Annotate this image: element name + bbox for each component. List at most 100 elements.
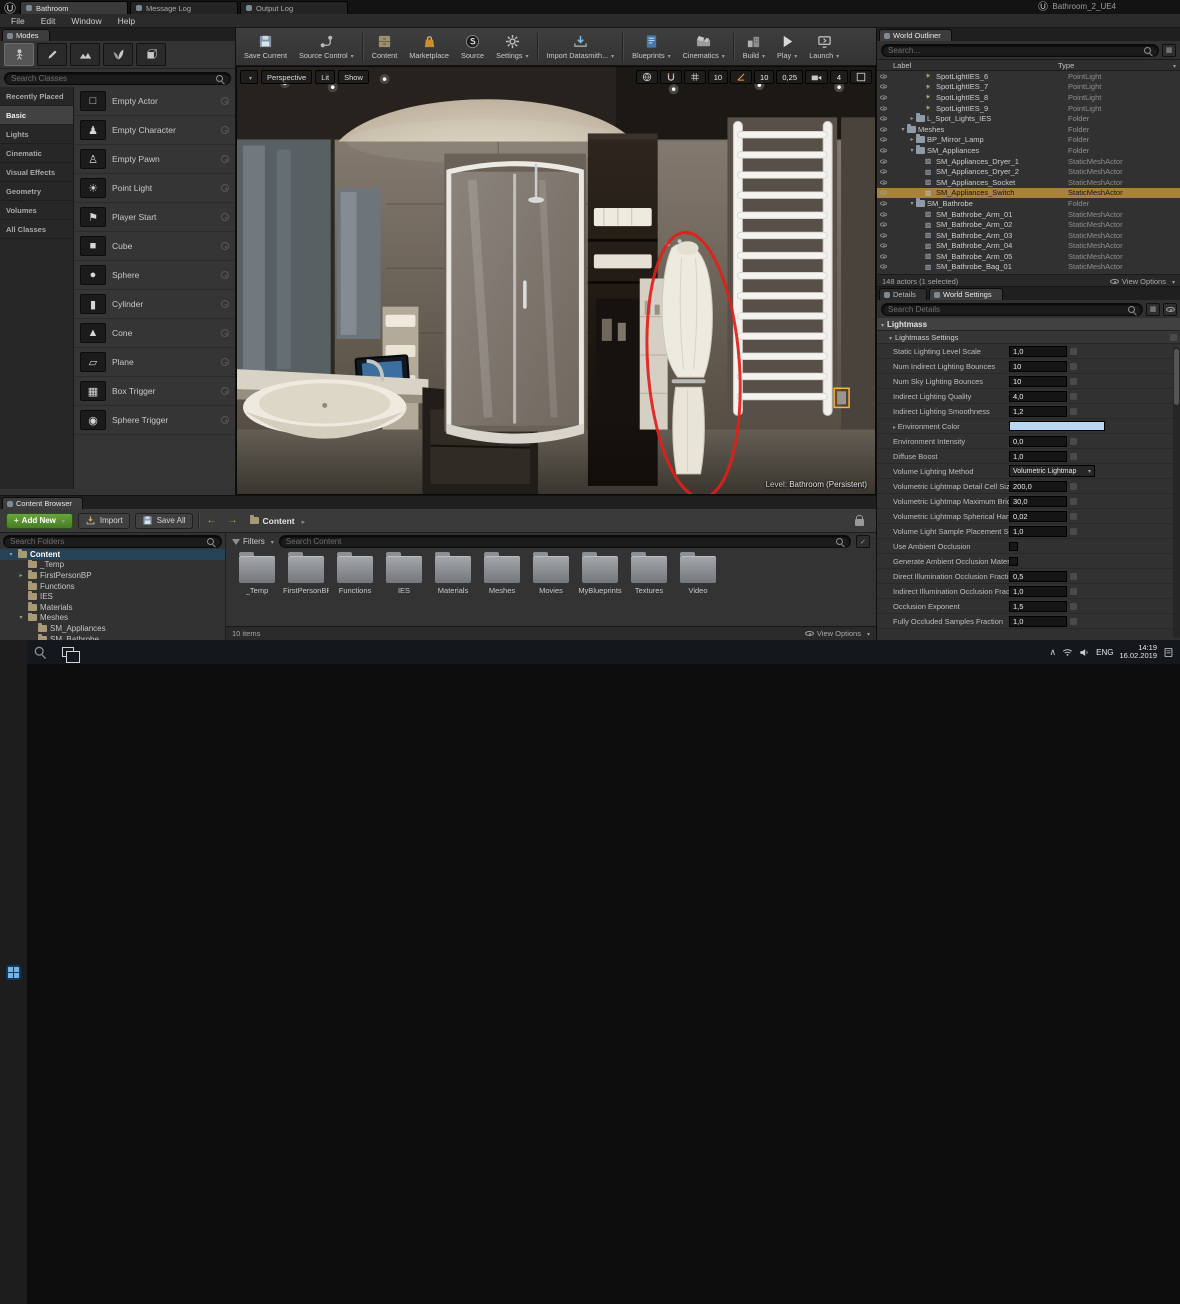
folder-tree-item-materials[interactable]: Materials: [0, 602, 225, 613]
details-search-input[interactable]: [888, 305, 1126, 314]
expander-arrow-icon[interactable]: ▾: [908, 147, 916, 154]
perspective-button[interactable]: Perspective: [261, 70, 312, 84]
content-view-options-button[interactable]: View Options: [805, 629, 870, 638]
mode-category-cinematic[interactable]: Cinematic: [0, 144, 73, 163]
search-classes-box[interactable]: [4, 72, 231, 85]
checkbox[interactable]: [1009, 557, 1018, 566]
folder-tree-item-meshes[interactable]: ▾Meshes: [0, 613, 225, 624]
visibility-eye-icon[interactable]: [878, 223, 888, 227]
menu-file[interactable]: File: [3, 16, 33, 26]
color-swatch[interactable]: [1009, 421, 1105, 431]
folder-tree-item-firstpersonbp[interactable]: ▸FirstPersonBP: [0, 570, 225, 581]
source-control-button[interactable]: Source Control: [293, 29, 360, 65]
network-icon[interactable]: [1062, 647, 1073, 658]
source-button[interactable]: Source: [455, 29, 490, 65]
outliner-search-input[interactable]: [888, 46, 1142, 55]
visibility-eye-icon[interactable]: [878, 244, 888, 248]
outliner-row-sm-bathrobe-arm-01[interactable]: ▧SM_Bathrobe_Arm_01StaticMeshActor: [877, 209, 1180, 220]
outliner-row-l-spot-lights-ies[interactable]: ▸L_Spot_Lights_IESFolder: [877, 113, 1180, 124]
drag-grip-icon[interactable]: [221, 184, 229, 192]
details-search-box[interactable]: [881, 303, 1143, 316]
outliner-row-spotlighties-6[interactable]: ☀SpotLightIES_6PointLight: [877, 71, 1180, 82]
number-field[interactable]: 10: [1009, 376, 1067, 387]
play-button[interactable]: Play: [771, 29, 803, 65]
number-field[interactable]: 0,02: [1009, 511, 1067, 522]
visibility-eye-icon[interactable]: [878, 180, 888, 184]
expander-arrow-icon[interactable]: ▸: [908, 136, 916, 143]
drag-grip-icon[interactable]: [221, 213, 229, 221]
placeable-item-sphere[interactable]: ●Sphere: [74, 261, 235, 290]
expander-arrow-icon[interactable]: ▾: [908, 200, 916, 207]
blueprints-button[interactable]: Blueprints: [626, 29, 676, 65]
mode-category-visual-effects[interactable]: Visual Effects: [0, 163, 73, 182]
drag-grip-icon[interactable]: [221, 97, 229, 105]
column-label[interactable]: Label: [893, 61, 1058, 70]
reset-to-default-icon[interactable]: [1070, 438, 1077, 445]
import-button[interactable]: Import: [78, 513, 130, 529]
mode-category-basic[interactable]: Basic: [0, 106, 73, 125]
visibility-eye-icon[interactable]: [878, 138, 888, 142]
mode-tab-paint-icon[interactable]: [37, 43, 67, 66]
placeable-item-empty-actor[interactable]: □Empty Actor: [74, 87, 235, 116]
folder-tree-item-functions[interactable]: Functions: [0, 581, 225, 592]
taskbar-search-icon[interactable]: [27, 640, 54, 664]
maximize-viewport-icon[interactable]: [850, 70, 872, 84]
scale-snap-value[interactable]: 0,25: [776, 70, 803, 84]
reset-to-default-icon[interactable]: [1070, 348, 1077, 355]
reset-to-default-icon[interactable]: [1070, 453, 1077, 460]
placeable-item-player-start[interactable]: ⚑Player Start: [74, 203, 235, 232]
filters-button[interactable]: Filters: [232, 537, 274, 546]
scrollbar-thumb[interactable]: [1174, 349, 1179, 405]
folder-tree-item-ies[interactable]: IES: [0, 591, 225, 602]
drag-grip-icon[interactable]: [221, 300, 229, 308]
placeable-item-cube[interactable]: ■Cube: [74, 232, 235, 261]
number-field[interactable]: 200,0: [1009, 481, 1067, 492]
menu-window[interactable]: Window: [63, 16, 109, 26]
visibility-eye-icon[interactable]: [878, 127, 888, 131]
number-field[interactable]: 1,0: [1009, 451, 1067, 462]
folder-tile-functions[interactable]: Functions: [332, 556, 378, 595]
outliner-row-sm-appliances[interactable]: ▾SM_AppliancesFolder: [877, 145, 1180, 156]
viewport-scene[interactable]: [237, 67, 875, 494]
folder-tile-textures[interactable]: Textures: [626, 556, 672, 595]
outliner-row-spotlighties-7[interactable]: ☀SpotLightIES_7PointLight: [877, 82, 1180, 93]
tray-expand-icon[interactable]: ∧: [1050, 647, 1057, 658]
outliner-row-spotlighties-9[interactable]: ☀SpotLightIES_9PointLight: [877, 103, 1180, 114]
content-button[interactable]: Content: [366, 29, 404, 65]
outliner-row-spotlighties-8[interactable]: ☀SpotLightIES_8PointLight: [877, 92, 1180, 103]
window-tab-bathroom[interactable]: Bathroom: [20, 1, 128, 14]
back-button[interactable]: ←: [204, 514, 220, 528]
reset-to-default-icon[interactable]: [1070, 513, 1077, 520]
mode-category-volumes[interactable]: Volumes: [0, 201, 73, 220]
launch-button[interactable]: Launch: [803, 29, 845, 65]
tab-world-settings[interactable]: World Settings: [929, 288, 1003, 300]
reset-to-default-icon[interactable]: [1070, 528, 1077, 535]
lightmass-settings-header[interactable]: Lightmass Settings: [877, 331, 1180, 344]
outliner-row-bp-mirror-lamp[interactable]: ▸BP_Mirror_LampFolder: [877, 135, 1180, 146]
expander-arrow-icon[interactable]: ▾: [899, 126, 907, 133]
dropdown-field[interactable]: Volumetric Lightmap: [1009, 465, 1095, 477]
outliner-row-sm-bathrobe[interactable]: ▾SM_BathrobeFolder: [877, 198, 1180, 209]
folder-tile-video[interactable]: Video: [675, 556, 721, 595]
outliner-row-meshes[interactable]: ▾MeshesFolder: [877, 124, 1180, 135]
visibility-eye-icon[interactable]: [878, 191, 888, 195]
number-field[interactable]: 4,0: [1009, 391, 1067, 402]
outliner-view-options-button[interactable]: View Options: [1110, 277, 1175, 286]
folder-tile-movies[interactable]: Movies: [528, 556, 574, 595]
mode-tab-geometry-icon[interactable]: [136, 43, 166, 66]
task-view-icon[interactable]: [54, 640, 81, 664]
placeable-item-plane[interactable]: ▱Plane: [74, 348, 235, 377]
outliner-row-sm-bathrobe-arm-05[interactable]: ▧SM_Bathrobe_Arm_05StaticMeshActor: [877, 251, 1180, 262]
outliner-row-sm-bathrobe-bag-01[interactable]: ▧SM_Bathrobe_Bag_01StaticMeshActor: [877, 262, 1180, 273]
drag-grip-icon[interactable]: [221, 416, 229, 424]
viewport-options-button[interactable]: [240, 70, 258, 84]
column-options-icon[interactable]: [1170, 61, 1176, 70]
outliner-filter-icon[interactable]: ▦: [1162, 44, 1176, 57]
save-current-button[interactable]: Save Current: [238, 29, 293, 65]
rotation-snap-icon[interactable]: [730, 70, 752, 84]
grid-snap-value[interactable]: 10: [708, 70, 728, 84]
add-new-button[interactable]: Add New: [6, 513, 73, 529]
outliner-row-sm-bathrobe-arm-03[interactable]: ▧SM_Bathrobe_Arm_03StaticMeshActor: [877, 230, 1180, 241]
mode-category-all-classes[interactable]: All Classes: [0, 220, 73, 239]
reset-to-default-icon[interactable]: [1070, 498, 1077, 505]
